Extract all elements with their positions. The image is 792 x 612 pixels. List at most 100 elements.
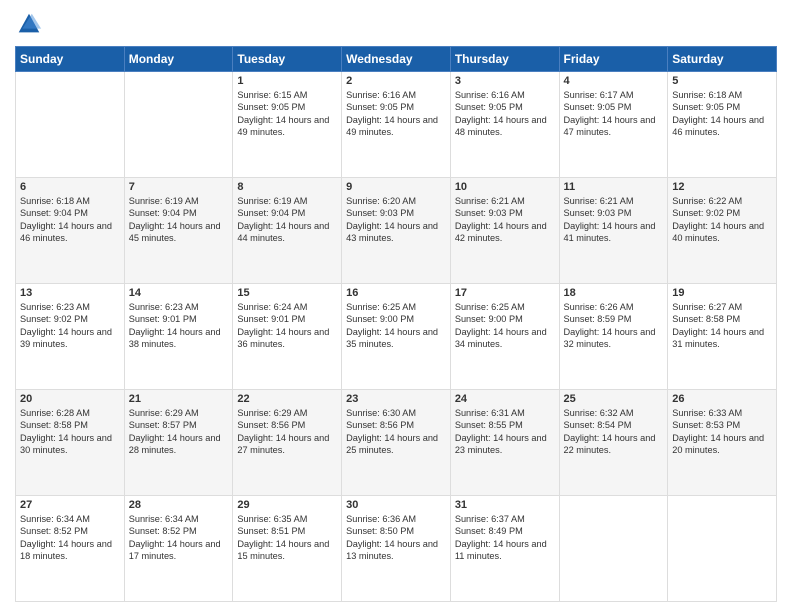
- cell-daylight: Daylight: 14 hours and 40 minutes.: [672, 221, 764, 243]
- calendar-cell: 8 Sunrise: 6:19 AM Sunset: 9:04 PM Dayli…: [233, 178, 342, 284]
- cell-sunset: Sunset: 9:04 PM: [237, 208, 305, 218]
- cell-sunset: Sunset: 8:50 PM: [346, 526, 414, 536]
- day-number: 10: [455, 181, 555, 193]
- day-number: 29: [237, 499, 337, 511]
- calendar-cell: 6 Sunrise: 6:18 AM Sunset: 9:04 PM Dayli…: [16, 178, 125, 284]
- cell-sunset: Sunset: 9:05 PM: [346, 102, 414, 112]
- cell-sunrise: Sunrise: 6:29 AM: [129, 408, 199, 418]
- cell-daylight: Daylight: 14 hours and 13 minutes.: [346, 539, 438, 561]
- cell-sunset: Sunset: 9:05 PM: [237, 102, 305, 112]
- day-number: 25: [564, 393, 664, 405]
- calendar-week: 6 Sunrise: 6:18 AM Sunset: 9:04 PM Dayli…: [16, 178, 777, 284]
- calendar-cell: [668, 496, 777, 602]
- cell-sunrise: Sunrise: 6:19 AM: [237, 196, 307, 206]
- day-number: 27: [20, 499, 120, 511]
- cell-sunrise: Sunrise: 6:35 AM: [237, 514, 307, 524]
- calendar-cell: [124, 72, 233, 178]
- cell-sunrise: Sunrise: 6:19 AM: [129, 196, 199, 206]
- calendar-cell: 16 Sunrise: 6:25 AM Sunset: 9:00 PM Dayl…: [342, 284, 451, 390]
- day-number: 20: [20, 393, 120, 405]
- calendar-cell: [559, 496, 668, 602]
- day-number: 23: [346, 393, 446, 405]
- cell-sunset: Sunset: 8:55 PM: [455, 420, 523, 430]
- cell-daylight: Daylight: 14 hours and 46 minutes.: [20, 221, 112, 243]
- cell-daylight: Daylight: 14 hours and 43 minutes.: [346, 221, 438, 243]
- calendar-week: 13 Sunrise: 6:23 AM Sunset: 9:02 PM Dayl…: [16, 284, 777, 390]
- cell-sunrise: Sunrise: 6:28 AM: [20, 408, 90, 418]
- cell-daylight: Daylight: 14 hours and 38 minutes.: [129, 327, 221, 349]
- day-number: 17: [455, 287, 555, 299]
- cell-sunrise: Sunrise: 6:23 AM: [20, 302, 90, 312]
- cell-sunrise: Sunrise: 6:29 AM: [237, 408, 307, 418]
- day-header: Wednesday: [342, 47, 451, 72]
- calendar-cell: 1 Sunrise: 6:15 AM Sunset: 9:05 PM Dayli…: [233, 72, 342, 178]
- cell-sunrise: Sunrise: 6:34 AM: [129, 514, 199, 524]
- day-header: Monday: [124, 47, 233, 72]
- calendar-cell: 4 Sunrise: 6:17 AM Sunset: 9:05 PM Dayli…: [559, 72, 668, 178]
- cell-daylight: Daylight: 14 hours and 47 minutes.: [564, 115, 656, 137]
- cell-sunset: Sunset: 9:00 PM: [455, 314, 523, 324]
- calendar-cell: 7 Sunrise: 6:19 AM Sunset: 9:04 PM Dayli…: [124, 178, 233, 284]
- cell-daylight: Daylight: 14 hours and 48 minutes.: [455, 115, 547, 137]
- cell-daylight: Daylight: 14 hours and 46 minutes.: [672, 115, 764, 137]
- calendar-week: 27 Sunrise: 6:34 AM Sunset: 8:52 PM Dayl…: [16, 496, 777, 602]
- cell-sunrise: Sunrise: 6:25 AM: [346, 302, 416, 312]
- cell-sunrise: Sunrise: 6:37 AM: [455, 514, 525, 524]
- cell-sunset: Sunset: 8:52 PM: [129, 526, 197, 536]
- calendar-cell: 30 Sunrise: 6:36 AM Sunset: 8:50 PM Dayl…: [342, 496, 451, 602]
- cell-sunset: Sunset: 9:03 PM: [346, 208, 414, 218]
- day-header: Friday: [559, 47, 668, 72]
- cell-daylight: Daylight: 14 hours and 49 minutes.: [346, 115, 438, 137]
- calendar-cell: 27 Sunrise: 6:34 AM Sunset: 8:52 PM Dayl…: [16, 496, 125, 602]
- cell-daylight: Daylight: 14 hours and 36 minutes.: [237, 327, 329, 349]
- cell-sunset: Sunset: 8:51 PM: [237, 526, 305, 536]
- calendar-cell: 20 Sunrise: 6:28 AM Sunset: 8:58 PM Dayl…: [16, 390, 125, 496]
- cell-daylight: Daylight: 14 hours and 18 minutes.: [20, 539, 112, 561]
- day-number: 5: [672, 75, 772, 87]
- cell-daylight: Daylight: 14 hours and 30 minutes.: [20, 433, 112, 455]
- day-number: 16: [346, 287, 446, 299]
- calendar-cell: 25 Sunrise: 6:32 AM Sunset: 8:54 PM Dayl…: [559, 390, 668, 496]
- calendar-cell: 23 Sunrise: 6:30 AM Sunset: 8:56 PM Dayl…: [342, 390, 451, 496]
- cell-sunset: Sunset: 9:01 PM: [129, 314, 197, 324]
- cell-sunset: Sunset: 9:05 PM: [564, 102, 632, 112]
- calendar-cell: 24 Sunrise: 6:31 AM Sunset: 8:55 PM Dayl…: [450, 390, 559, 496]
- calendar-cell: 14 Sunrise: 6:23 AM Sunset: 9:01 PM Dayl…: [124, 284, 233, 390]
- day-header: Tuesday: [233, 47, 342, 72]
- cell-sunset: Sunset: 9:05 PM: [455, 102, 523, 112]
- cell-daylight: Daylight: 14 hours and 45 minutes.: [129, 221, 221, 243]
- day-number: 24: [455, 393, 555, 405]
- cell-sunrise: Sunrise: 6:24 AM: [237, 302, 307, 312]
- day-number: 6: [20, 181, 120, 193]
- cell-sunset: Sunset: 9:04 PM: [20, 208, 88, 218]
- day-number: 31: [455, 499, 555, 511]
- cell-sunrise: Sunrise: 6:27 AM: [672, 302, 742, 312]
- cell-sunrise: Sunrise: 6:25 AM: [455, 302, 525, 312]
- calendar-cell: 21 Sunrise: 6:29 AM Sunset: 8:57 PM Dayl…: [124, 390, 233, 496]
- day-number: 4: [564, 75, 664, 87]
- cell-sunset: Sunset: 9:02 PM: [672, 208, 740, 218]
- cell-sunrise: Sunrise: 6:16 AM: [455, 90, 525, 100]
- day-header: Saturday: [668, 47, 777, 72]
- cell-sunset: Sunset: 9:05 PM: [672, 102, 740, 112]
- cell-sunset: Sunset: 8:54 PM: [564, 420, 632, 430]
- day-number: 19: [672, 287, 772, 299]
- day-header: Sunday: [16, 47, 125, 72]
- cell-daylight: Daylight: 14 hours and 44 minutes.: [237, 221, 329, 243]
- day-number: 15: [237, 287, 337, 299]
- cell-daylight: Daylight: 14 hours and 39 minutes.: [20, 327, 112, 349]
- calendar-cell: 10 Sunrise: 6:21 AM Sunset: 9:03 PM Dayl…: [450, 178, 559, 284]
- day-number: 13: [20, 287, 120, 299]
- cell-sunrise: Sunrise: 6:18 AM: [20, 196, 90, 206]
- cell-sunrise: Sunrise: 6:23 AM: [129, 302, 199, 312]
- calendar-cell: 5 Sunrise: 6:18 AM Sunset: 9:05 PM Dayli…: [668, 72, 777, 178]
- calendar-cell: 3 Sunrise: 6:16 AM Sunset: 9:05 PM Dayli…: [450, 72, 559, 178]
- cell-sunset: Sunset: 9:03 PM: [564, 208, 632, 218]
- calendar-week: 1 Sunrise: 6:15 AM Sunset: 9:05 PM Dayli…: [16, 72, 777, 178]
- cell-daylight: Daylight: 14 hours and 28 minutes.: [129, 433, 221, 455]
- cell-sunset: Sunset: 8:52 PM: [20, 526, 88, 536]
- cell-sunset: Sunset: 8:56 PM: [237, 420, 305, 430]
- cell-sunset: Sunset: 9:01 PM: [237, 314, 305, 324]
- cell-sunrise: Sunrise: 6:17 AM: [564, 90, 634, 100]
- calendar-cell: 28 Sunrise: 6:34 AM Sunset: 8:52 PM Dayl…: [124, 496, 233, 602]
